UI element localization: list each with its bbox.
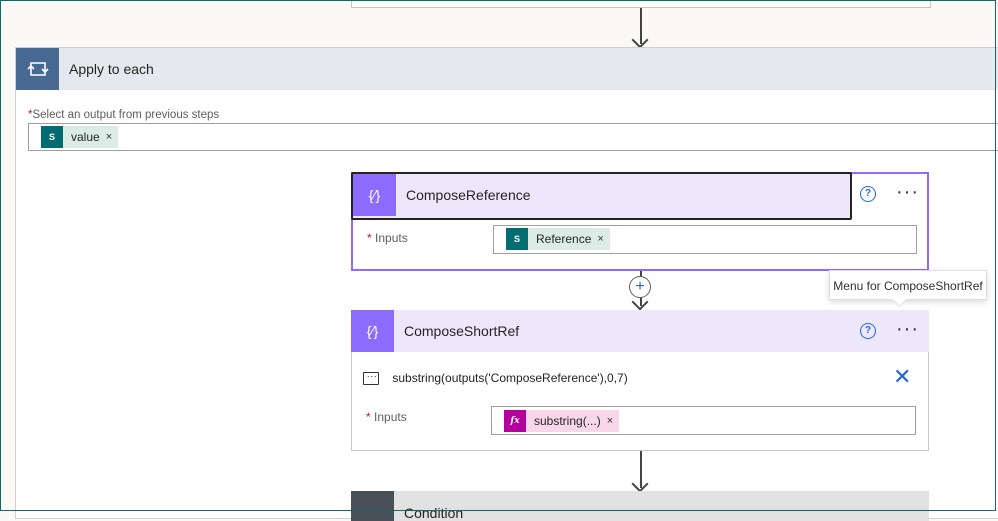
reference-token-label: Reference — [536, 232, 592, 246]
select-output-label: *Select an output from previous steps — [28, 109, 219, 121]
connector-arrow — [631, 451, 651, 493]
sharepoint-icon: S — [41, 126, 63, 148]
inputs-label-text: Inputs — [375, 231, 408, 245]
apply-to-each-header[interactable]: Apply to each — [16, 48, 998, 90]
select-output-label-text: Select an output from previous steps — [32, 109, 220, 121]
more-menu-tooltip: Menu for ComposeShortRef — [829, 270, 987, 300]
condition-card[interactable]: Condition — [351, 491, 929, 521]
inputs-field[interactable]: fx substring(...) × — [491, 406, 916, 435]
expression-text: substring(outputs('ComposeReference'),0,… — [392, 371, 628, 385]
comment-icon: ... — [363, 369, 379, 386]
value-token-label: value — [71, 130, 100, 144]
inputs-label-text: Inputs — [374, 410, 407, 424]
more-options-icon[interactable]: ··· — [896, 182, 919, 202]
help-icon[interactable]: ? — [860, 186, 876, 202]
substring-token-label: substring(...) — [534, 414, 601, 428]
inputs-label: * Inputs — [367, 231, 408, 245]
expression-comment-row: ... substring(outputs('ComposeReference'… — [363, 369, 628, 386]
condition-title: Condition — [404, 505, 464, 521]
compose-short-ref-title: ComposeShortRef — [404, 323, 520, 339]
close-icon[interactable]: ✕ — [893, 366, 911, 388]
previous-step-card[interactable] — [351, 0, 931, 8]
remove-token-icon[interactable]: × — [597, 233, 609, 245]
remove-token-icon[interactable]: × — [106, 131, 118, 143]
condition-icon — [351, 491, 394, 521]
inputs-label: * Inputs — [366, 410, 407, 424]
inputs-field[interactable]: S Reference × — [493, 225, 917, 254]
substring-token[interactable]: fx substring(...) × — [504, 410, 620, 432]
compose-icon: {∕} — [353, 174, 396, 216]
compose-icon: {∕} — [351, 310, 394, 352]
sharepoint-icon: S — [506, 228, 528, 250]
insert-step-button[interactable]: + — [629, 276, 651, 298]
compose-short-ref-card: {∕} ComposeShortRef ? ··· ... substring(… — [351, 310, 929, 451]
value-token[interactable]: S value × — [41, 126, 119, 148]
reference-token[interactable]: S Reference × — [506, 228, 610, 250]
help-icon[interactable]: ? — [860, 323, 876, 339]
compose-short-ref-header[interactable]: {∕} ComposeShortRef — [351, 310, 929, 352]
select-output-input[interactable]: S value × — [28, 123, 998, 151]
required-mark: * — [366, 410, 371, 424]
compose-reference-header[interactable]: {∕} ComposeReference — [351, 172, 852, 220]
fx-icon: fx — [504, 410, 526, 432]
compose-reference-title: ComposeReference — [406, 187, 531, 203]
loop-icon — [16, 48, 59, 90]
required-mark: * — [367, 231, 372, 245]
compose-reference-card: {∕} ComposeReference ? ··· * Inputs S Re… — [351, 172, 929, 271]
more-options-icon[interactable]: ··· — [896, 319, 919, 339]
connector-arrow — [631, 8, 651, 49]
remove-token-icon[interactable]: × — [607, 415, 619, 427]
apply-to-each-title: Apply to each — [69, 61, 154, 77]
